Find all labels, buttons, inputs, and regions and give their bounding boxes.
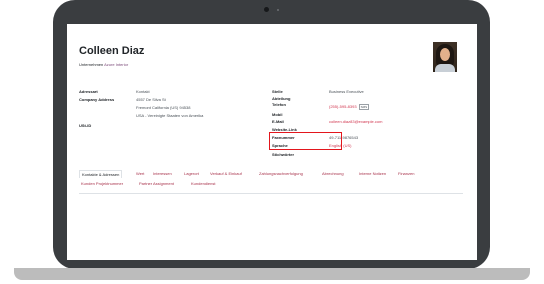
tab-partner-assignment[interactable]: Partner Assignment [139, 181, 174, 186]
ust-id-label: USt-ID [79, 123, 92, 128]
adressart-label: Adressart [79, 89, 98, 94]
telefon-value[interactable]: (255)-595-8393 SMS [329, 104, 370, 110]
webcam-icon [264, 7, 269, 12]
tab-wert[interactable]: Wert [136, 171, 144, 176]
abteilung-label: Abteilung [272, 96, 291, 101]
tab-kunden-projektnummer[interactable]: Kunden Projektnummer [81, 181, 123, 186]
mobil-label: Mobil [272, 112, 283, 117]
avatar[interactable] [433, 42, 457, 72]
company-address-label: Company Address [79, 97, 115, 102]
app-screen: Colleen Diaz Unternehmen Azure Interior … [67, 24, 477, 260]
adressart-value[interactable]: Kontakt [136, 89, 150, 94]
telefon-label: Telefon [272, 102, 286, 107]
tab-zahlungsnachverfolgung[interactable]: Zahlungsnachverfolgung [259, 171, 303, 176]
company-prefix: Unternehmen [79, 62, 104, 67]
sms-button[interactable]: SMS [358, 104, 370, 110]
highlight-box [269, 132, 342, 150]
tab-finanzen[interactable]: Finanzen [398, 171, 414, 176]
laptop-base [14, 268, 530, 280]
tab-interessen[interactable]: Interessen [153, 171, 172, 176]
stelle-label: Stelle [272, 89, 283, 94]
tab-kundendienst[interactable]: Kundendienst [191, 181, 215, 186]
address-line-1[interactable]: 4557 De Silva St [136, 97, 166, 102]
telefon-number[interactable]: (255)-595-8393 [329, 104, 357, 109]
stichwoerter-label: Stichwörter [272, 152, 295, 157]
stelle-value[interactable]: Business Executive [329, 89, 364, 94]
company-line: Unternehmen Azure Interior [79, 62, 128, 67]
tab-verkauf-einkauf[interactable]: Verkauf & Einkauf [210, 171, 242, 176]
tab-interne-notizen[interactable]: Interne Notizen [359, 171, 386, 176]
tab-lagerort[interactable]: Lagerort [184, 171, 199, 176]
email-value[interactable]: colleen.diaz83@example.com [329, 119, 382, 124]
address-line-2[interactable]: Fremont California (US) 94538 [136, 105, 190, 110]
contact-name: Colleen Diaz [79, 45, 145, 57]
company-link[interactable]: Azure Interior [104, 62, 128, 67]
address-line-3[interactable]: USA - Vereinigte Staaten von Amerika [136, 113, 203, 118]
tab-abrechnung[interactable]: Abrechnung [322, 171, 344, 176]
notebook-tabs: Kontakte & Adressen Wert Interessen Lage… [79, 170, 463, 194]
tab-kontakte-adressen[interactable]: Kontakte & Adressen [79, 170, 123, 178]
email-label: E-Mail [272, 119, 284, 124]
camera-indicator [277, 9, 279, 11]
